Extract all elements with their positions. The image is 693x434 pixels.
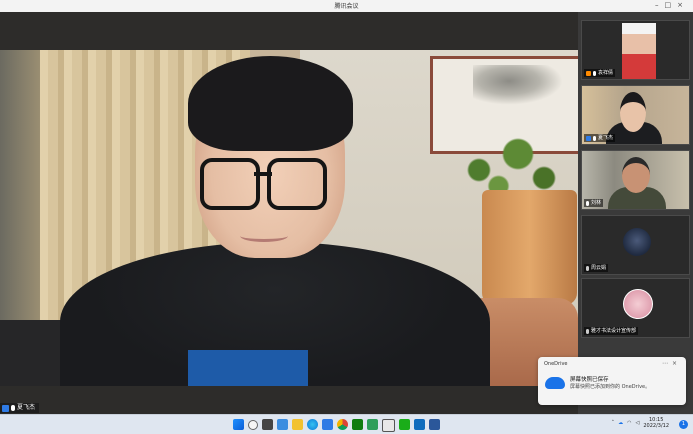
microphone-icon (593, 70, 596, 76)
main-speaker-name-tag: 夏飞杰 (0, 403, 40, 413)
notification-center-badge[interactable]: 1 (679, 420, 688, 429)
speaker-glasses (200, 158, 327, 210)
settings-icon[interactable] (367, 419, 378, 430)
glasses-lens-left (200, 158, 260, 210)
photos-icon[interactable] (382, 419, 395, 432)
chevron-up-icon[interactable]: ˄ (612, 420, 615, 426)
microphone-icon (11, 405, 15, 411)
main-video-area (0, 12, 578, 414)
wifi-icon[interactable]: ◠ (627, 420, 631, 426)
participant-face (620, 92, 646, 132)
notification-controls: ⋯× (662, 360, 681, 367)
participant-tile[interactable]: 夏飞杰 (581, 85, 690, 145)
chrome-icon[interactable] (337, 419, 348, 430)
participant-label: 周云娟 (584, 264, 609, 272)
video-background-pot (482, 190, 577, 305)
clock-date: 2022/3/12 (643, 423, 669, 429)
participant-label: 袁祥倩 (584, 69, 616, 77)
participant-name: 雅才书法设计宣传部 (591, 328, 637, 334)
store-icon[interactable] (322, 419, 333, 430)
minimize-icon[interactable]: – (655, 1, 665, 9)
taskbar-apps (233, 419, 440, 432)
participant-tile[interactable]: 袁祥倩 (581, 20, 690, 80)
file-explorer-icon[interactable] (292, 419, 303, 430)
window-title: 腾讯会议 (334, 3, 359, 10)
microphone-muted-icon (586, 265, 589, 271)
participant-label: 夏飞杰 (584, 134, 616, 142)
participant-tile[interactable]: 周云娟 (581, 215, 690, 275)
participant-name: 袁祥倩 (598, 70, 614, 76)
xbox-icon[interactable] (352, 419, 363, 430)
speaker-mouth (240, 230, 288, 242)
speaker-hair (188, 56, 353, 151)
participant-avatar (623, 228, 651, 256)
windows-start-icon[interactable] (233, 419, 244, 430)
participant-sidebar: 袁祥倩 夏飞杰 刘林 周云娟 雅才书法设计宣传部 (578, 12, 693, 414)
participant-tile[interactable]: 刘林 (581, 150, 690, 210)
participant-label: 雅才书法设计宣传部 (584, 327, 639, 335)
user-icon (2, 404, 9, 412)
participant-tile[interactable]: 雅才书法设计宣传部 (581, 278, 690, 338)
participant-name: 刘林 (591, 200, 602, 206)
main-speaker-name: 夏飞杰 (17, 404, 36, 411)
participant-avatar (623, 289, 653, 319)
participant-name: 周云娟 (591, 265, 607, 271)
system-tray: ˄ ☁ ◠ ◁ 10:15 2022/3/12 (612, 417, 669, 429)
widgets-icon[interactable] (277, 419, 288, 430)
main-speaker-video[interactable] (0, 50, 578, 386)
host-icon (586, 70, 591, 76)
notification-title: 屏幕快照已保存 (570, 377, 609, 383)
more-icon[interactable]: ⋯ (662, 360, 672, 367)
participant-name: 夏飞杰 (598, 135, 614, 141)
wechat-icon[interactable] (399, 419, 410, 430)
participant-video (622, 23, 656, 79)
notification-body: 屏幕快照已添加到你的 OneDrive。 (570, 384, 651, 390)
clock[interactable]: 10:15 2022/3/12 (643, 417, 669, 429)
onedrive-tray-icon[interactable]: ☁ (618, 420, 623, 426)
microphone-icon (586, 200, 589, 206)
close-icon[interactable]: × (672, 360, 681, 367)
task-view-icon[interactable] (262, 419, 273, 430)
glasses-lens-right (267, 158, 327, 210)
painting-tree (473, 65, 563, 105)
onedrive-notification[interactable]: OneDrive ⋯× 屏幕快照已保存 屏幕快照已添加到你的 OneDrive。 (538, 357, 686, 405)
edge-icon[interactable] (307, 419, 318, 430)
speaker-shirt (188, 350, 308, 386)
taskbar: ˄ ☁ ◠ ◁ 10:15 2022/3/12 1 (0, 414, 693, 434)
word-icon[interactable] (429, 419, 440, 430)
mail-icon[interactable] (414, 419, 425, 430)
onedrive-cloud-icon (545, 377, 565, 389)
microphone-muted-icon (586, 328, 589, 334)
maximize-icon[interactable]: □ (665, 1, 678, 9)
participant-label: 刘林 (584, 199, 604, 207)
window-controls: –□× (655, 1, 689, 9)
participant-face (622, 157, 650, 193)
volume-icon[interactable]: ◁ (636, 420, 640, 426)
microphone-icon (593, 135, 596, 141)
user-icon (586, 135, 591, 141)
search-icon[interactable] (248, 420, 258, 430)
notification-app-name: OneDrive (544, 361, 568, 367)
close-icon[interactable]: × (677, 1, 689, 9)
